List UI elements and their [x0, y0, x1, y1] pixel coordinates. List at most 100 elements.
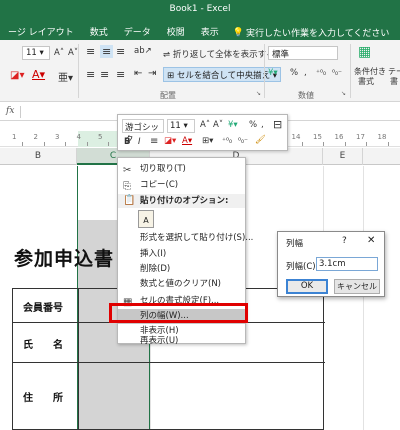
menu-item-paste-special[interactable]: 形式を選択して貼り付け(S)...	[118, 231, 253, 246]
menu-item-hide[interactable]: 非表示(H)	[118, 324, 245, 339]
mini-paint-icon[interactable]: 🖌	[255, 135, 266, 145]
tab-page-layout[interactable]: ージ レイアウト	[0, 22, 82, 40]
indent-decrease-icon[interactable]: ⇤	[134, 68, 142, 79]
tab-view[interactable]: 表示	[193, 22, 227, 40]
close-icon[interactable]: ✕	[367, 235, 375, 246]
ok-button[interactable]: OK	[286, 279, 328, 294]
shrink-font-button[interactable]: A˅	[68, 48, 78, 58]
alignment-launcher-icon[interactable]: ↘	[256, 90, 261, 97]
group-alignment-label: 配置	[160, 91, 176, 100]
increase-decimal-icon[interactable]: ⁺⁰₀	[316, 68, 326, 77]
wrap-text-button[interactable]: ⇌ 折り返して全体を表示する	[163, 48, 275, 60]
currency-icon[interactable]: ¥▾	[268, 68, 278, 78]
align-left-icon[interactable]: ≡	[86, 68, 95, 81]
mini-percent-button[interactable]: %	[249, 120, 257, 130]
mini-increase-decimal-icon[interactable]: ⁺⁰₀	[222, 136, 232, 145]
mini-align-center-icon[interactable]: ≡	[150, 136, 158, 147]
label-member-number: 会員番号	[23, 303, 63, 314]
menu-item-copy[interactable]: ⎘ コピー(C)	[118, 178, 245, 193]
help-button[interactable]: ?	[342, 236, 347, 246]
mini-currency-icon[interactable]: ¥▾	[228, 120, 238, 130]
ruler-tick	[387, 142, 389, 146]
conditional-format-label-2: 書式	[358, 77, 374, 86]
mini-fill-color-icon[interactable]: ◪▾	[164, 136, 176, 146]
font-color-icon[interactable]: A▾	[32, 68, 45, 81]
mini-format-painter-icon[interactable]: ⊟	[273, 118, 282, 131]
comma-button[interactable]: ,	[304, 68, 307, 78]
fill-color-icon[interactable]: ◪▾	[10, 70, 24, 81]
tab-data[interactable]: データ	[116, 22, 159, 40]
number-format-dropdown[interactable]: 標準	[268, 46, 338, 60]
align-center-icon[interactable]: ≡	[100, 68, 109, 81]
grow-font-button[interactable]: A˄	[54, 48, 64, 58]
table-rule	[13, 362, 325, 363]
orientation-icon[interactable]: ab↗	[134, 46, 152, 56]
menu-item-unhide[interactable]: 再表示(U)	[118, 336, 245, 346]
ribbon-tabs: ージ レイアウト 数式 データ 校閲 表示 💡 実行したい作業を入力してください	[0, 22, 389, 40]
label-address: 住 所	[23, 393, 63, 404]
ruler-number: 3	[55, 133, 60, 141]
mini-comma-button[interactable]: ,	[261, 120, 264, 130]
ribbon-divider	[78, 44, 79, 98]
number-launcher-icon[interactable]: ↘	[341, 90, 346, 97]
ruler-tick	[323, 142, 324, 146]
column-header-b[interactable]: B	[0, 148, 77, 165]
ruler-tick	[43, 142, 45, 146]
menu-item-delete[interactable]: 削除(D)	[118, 262, 245, 277]
table-rule	[78, 289, 79, 430]
phonetic-icon[interactable]: 亜▾	[58, 69, 73, 84]
ruler-number: 4	[76, 133, 81, 141]
indent-increase-icon[interactable]: ⇥	[148, 68, 156, 79]
font-size-dropdown[interactable]: 11 ▾	[22, 46, 50, 60]
column-header-e[interactable]: E	[323, 148, 363, 165]
group-number-label: 数値	[298, 91, 314, 100]
align-bottom-icon[interactable]: ≡	[116, 45, 125, 58]
ruler-tick	[86, 142, 88, 146]
mini-italic-button[interactable]: I	[138, 137, 141, 147]
menu-item-cut[interactable]: ✂ 切り取り(T)	[118, 162, 245, 177]
mini-font-color-icon[interactable]: A▾	[182, 136, 192, 146]
mini-font-dropdown[interactable]: 游ゴシック	[122, 119, 164, 145]
mini-grow-font-button[interactable]: A˄	[200, 120, 210, 130]
tab-review[interactable]: 校閲	[159, 22, 193, 40]
mini-bold-button[interactable]: B	[124, 137, 130, 147]
align-top-icon[interactable]: ≡	[86, 45, 95, 58]
paste-option-icon[interactable]: A	[138, 210, 154, 228]
mini-decrease-decimal-icon[interactable]: ⁰₀⁻	[238, 136, 248, 145]
column-width-input[interactable]: 3.1cm	[316, 257, 378, 271]
fx-icon[interactable]: fx	[6, 106, 14, 116]
scissors-icon: ✂	[123, 165, 132, 176]
ruler-tick	[301, 142, 303, 146]
paste-icon: 📋	[123, 195, 136, 206]
ruler-number: 14	[291, 133, 301, 141]
title-bar: Book1 - Excel ージ レイアウト 数式 データ 校閲 表示 💡 実行…	[0, 0, 400, 40]
ruler-number: 5	[98, 133, 103, 141]
paste-options-header: 📋 貼り付けのオプション:	[118, 194, 245, 208]
menu-item-insert[interactable]: 挿入(I)	[118, 247, 245, 262]
ribbon-divider	[350, 44, 351, 98]
formula-divider	[20, 106, 21, 118]
menu-item-clear-contents[interactable]: 数式と値のクリア(N)	[118, 277, 245, 292]
gridline	[363, 166, 364, 430]
ruler-number: 16	[334, 133, 344, 141]
ruler-number: 2	[33, 133, 38, 141]
ruler-number: 1	[12, 133, 17, 141]
ruler-tick	[344, 142, 346, 146]
decrease-decimal-icon[interactable]: ⁰₀⁻	[332, 68, 342, 77]
align-middle-icon[interactable]: ≡	[100, 45, 114, 58]
label-name: 氏 名	[23, 340, 63, 351]
tell-me-box[interactable]: 💡 実行したい作業を入力してください	[227, 22, 390, 40]
highlight-box	[109, 303, 248, 323]
cancel-button[interactable]: キャンセル	[334, 279, 380, 294]
mini-borders-icon[interactable]: ⊞▾	[202, 136, 213, 146]
ruler-number: 15	[313, 133, 322, 141]
window-title: Book1 - Excel	[169, 4, 231, 14]
mini-toolbar: 游ゴシック 11 ▾ A˄ A˅ ¥▾ % , ⊟ B I ≡ ◪▾ A▾ ⊞▾…	[117, 114, 288, 151]
mini-shrink-font-button[interactable]: A˅	[213, 120, 223, 130]
percent-button[interactable]: %	[290, 68, 298, 78]
mini-size-dropdown[interactable]: 11 ▾	[167, 119, 195, 133]
format-table-label-2: 書	[390, 77, 398, 86]
conditional-format-icon[interactable]: ▦	[358, 44, 371, 60]
tab-formulas[interactable]: 数式	[82, 22, 116, 40]
align-right-icon[interactable]: ≡	[116, 68, 125, 81]
